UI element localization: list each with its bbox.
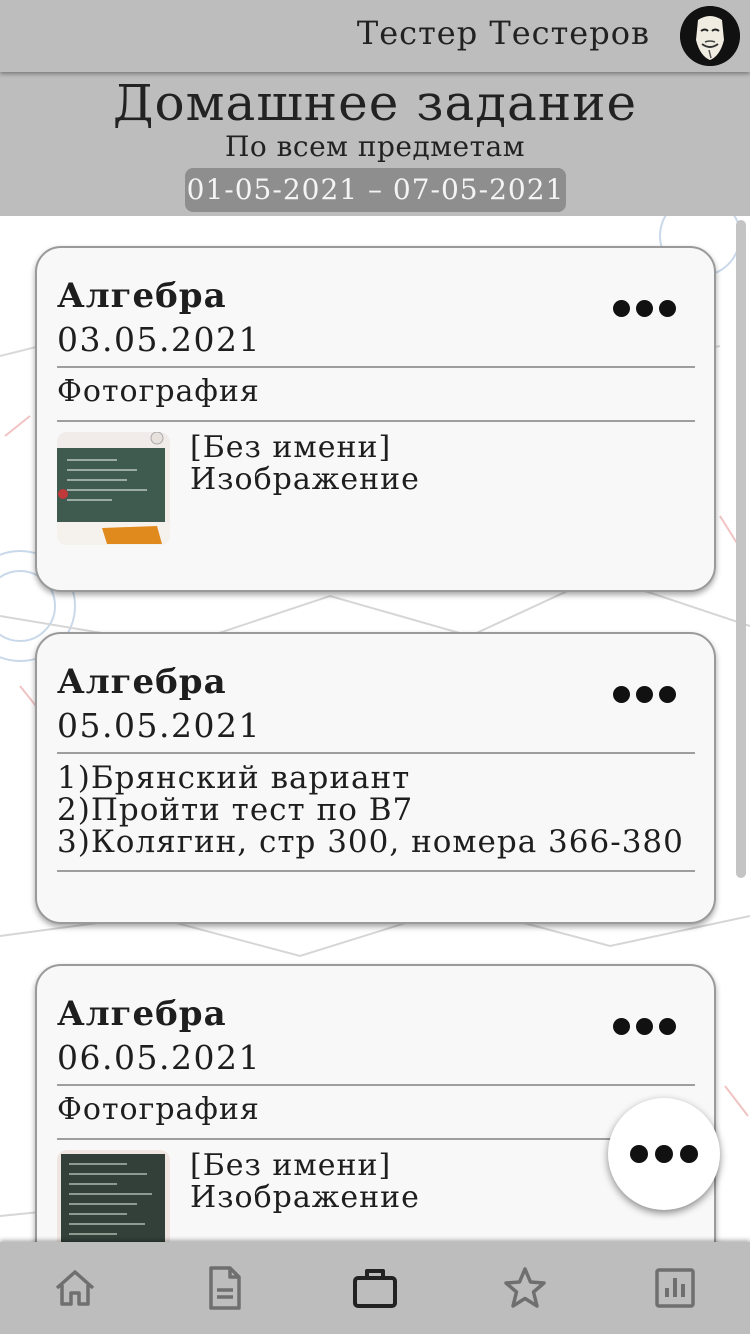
mask-avatar-icon[interactable] <box>680 6 740 66</box>
document-icon[interactable] <box>201 1264 249 1312</box>
date-range-selector[interactable]: 01-05-2021 – 07-05-2021 <box>185 168 566 212</box>
divider <box>57 870 695 872</box>
divider <box>57 752 695 754</box>
more-options-icon[interactable] <box>613 298 677 318</box>
section-label: Фотография <box>57 374 260 409</box>
page-header: Домашнее задание По всем предметам 01-05… <box>0 72 750 216</box>
top-bar: Тестер Тестеров <box>0 0 750 72</box>
photo-thumbnail[interactable] <box>57 1150 170 1242</box>
homework-card[interactable]: Алгебра 06.05.2021 Фотография [Без имени… <box>35 964 716 1242</box>
divider <box>57 1138 695 1140</box>
task-line: 2)Пройти тест по В7 <box>57 792 414 828</box>
attachment-type: Изображение <box>190 1180 420 1215</box>
attachment-name: [Без имени] <box>190 1148 392 1183</box>
attachment-name: [Без имени] <box>190 430 392 465</box>
homework-card[interactable]: Алгебра 05.05.2021 1)Брянский вариант 2)… <box>35 632 716 924</box>
task-line: 3)Колягин, стр 300, номера 366-380 <box>57 824 684 860</box>
task-line: 1)Брянский вариант <box>57 760 411 796</box>
home-icon[interactable] <box>51 1264 99 1312</box>
page-subtitle: По всем предметам <box>224 130 526 163</box>
card-date: 06.05.2021 <box>57 1038 261 1077</box>
page-title: Домашнее задание <box>112 74 638 132</box>
divider <box>57 1084 695 1086</box>
attachment-type: Изображение <box>190 462 420 497</box>
card-date: 03.05.2021 <box>57 320 261 359</box>
divider <box>57 420 695 422</box>
bottom-navigation <box>0 1242 750 1334</box>
more-options-icon[interactable] <box>613 1016 677 1036</box>
briefcase-icon[interactable] <box>351 1264 399 1312</box>
user-name[interactable]: Тестер Тестеров <box>357 14 650 52</box>
divider <box>57 366 695 368</box>
more-actions-fab[interactable] <box>608 1098 720 1210</box>
card-subject: Алгебра <box>57 994 227 1034</box>
card-subject: Алгебра <box>57 276 227 316</box>
homework-card[interactable]: Алгебра 03.05.2021 Фотография [Без имени… <box>35 246 716 592</box>
more-options-icon[interactable] <box>613 684 677 704</box>
photo-thumbnail[interactable] <box>57 432 170 545</box>
star-icon[interactable] <box>501 1264 549 1312</box>
homework-feed[interactable]: Алгебра 03.05.2021 Фотография [Без имени… <box>0 216 750 1242</box>
chart-icon[interactable] <box>651 1264 699 1312</box>
card-subject: Алгебра <box>57 662 227 702</box>
section-label: Фотография <box>57 1092 260 1127</box>
scrollbar[interactable] <box>736 220 746 878</box>
card-date: 05.05.2021 <box>57 706 261 745</box>
